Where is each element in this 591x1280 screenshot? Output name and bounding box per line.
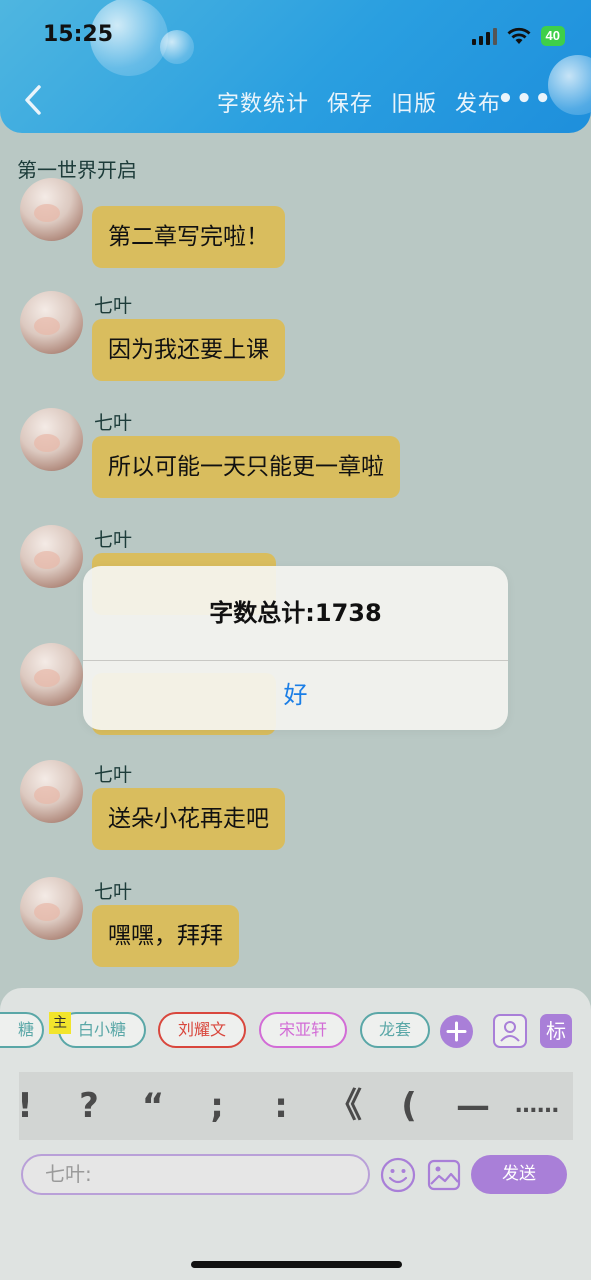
punct-book-title[interactable]: 《	[325, 1072, 365, 1140]
emoji-button[interactable]	[380, 1157, 416, 1193]
role-chip-liu-yaowen[interactable]: 刘耀文	[158, 1012, 246, 1048]
punct-paren[interactable]: (	[389, 1072, 429, 1140]
avatar	[20, 643, 83, 706]
message-sender: 七叶	[94, 881, 133, 903]
message-item[interactable]: 七叶 所以可能一天只能更一章啦	[20, 408, 560, 508]
mark-button[interactable]: 标	[540, 1014, 572, 1048]
message-bubble[interactable]: 所以可能一天只能更一章啦	[92, 436, 400, 498]
role-chip-partial[interactable]: 糖	[0, 1012, 44, 1048]
send-button[interactable]: 发送	[471, 1155, 567, 1194]
message-sender: 七叶	[94, 764, 133, 786]
save-button[interactable]: 保存	[327, 86, 373, 118]
more-options-button[interactable]: •••	[497, 86, 553, 112]
punctuation-bar: ! ? “ ; : 《 ( — ……	[17, 1072, 573, 1140]
message-item[interactable]: 七叶 送朵小花再走吧	[20, 760, 560, 860]
publish-button[interactable]: 发布	[455, 86, 501, 118]
person-card-icon	[500, 1021, 520, 1042]
back-button[interactable]	[18, 82, 48, 118]
word-count-button[interactable]: 字数统计	[217, 86, 309, 118]
plus-circle-icon	[446, 1021, 467, 1042]
status-time: 15:25	[43, 22, 114, 47]
punct-semicolon[interactable]: ;	[197, 1072, 237, 1140]
role-chip-song-yaxuan[interactable]: 宋亚轩	[259, 1012, 347, 1048]
message-bubble[interactable]: 因为我还要上课	[92, 319, 285, 381]
decorative-bubble-right	[548, 55, 591, 115]
message-bubble[interactable]: 嘿嘿，拜拜	[92, 905, 239, 967]
punct-dash[interactable]: —	[453, 1072, 493, 1140]
image-icon	[427, 1159, 461, 1191]
status-indicators: 40	[471, 26, 565, 46]
punct-question[interactable]: ?	[69, 1072, 109, 1140]
add-role-button[interactable]	[440, 1015, 473, 1048]
cellular-signal-icon	[471, 27, 497, 45]
punct-exclaim[interactable]: !	[5, 1072, 45, 1140]
chevron-left-icon	[25, 85, 41, 115]
top-header: 15:25 40 字数统计 保存 旧版 发布 •••	[0, 0, 591, 133]
message-item[interactable]: 七叶 嘿嘿，拜拜	[20, 877, 560, 977]
avatar	[20, 178, 83, 241]
avatar	[20, 877, 83, 940]
decorative-bubble-small	[160, 30, 194, 64]
punct-ellipsis[interactable]: ……	[509, 1072, 565, 1140]
message-sender: 七叶	[94, 412, 133, 434]
role-card-button[interactable]	[493, 1014, 527, 1048]
old-version-button[interactable]: 旧版	[391, 86, 437, 118]
punct-colon[interactable]: :	[261, 1072, 301, 1140]
dialog-ok-button[interactable]: 好	[83, 661, 508, 730]
home-indicator	[191, 1261, 402, 1268]
message-sender: 七叶	[94, 295, 133, 317]
message-sender: 七叶	[94, 529, 133, 551]
message-bubble[interactable]: 送朵小花再走吧	[92, 788, 285, 850]
wifi-icon	[507, 27, 531, 44]
role-chip-bai-xiaotang[interactable]: 白小糖	[58, 1012, 146, 1048]
message-item[interactable]: 七叶 因为我还要上课	[20, 291, 560, 391]
role-chip-longtao[interactable]: 龙套	[360, 1012, 430, 1048]
header-actions: 字数统计 保存 旧版 发布	[217, 86, 501, 118]
message-bubble[interactable]: 第二章写完啦！	[92, 206, 285, 268]
avatar	[20, 760, 83, 823]
dialog-title: 字数总计:1738	[209, 599, 382, 627]
avatar	[20, 408, 83, 471]
message-item[interactable]: 第二章写完啦！	[20, 178, 560, 270]
punct-quote[interactable]: “	[133, 1072, 173, 1140]
message-input[interactable]: 七叶:	[21, 1154, 370, 1195]
avatar	[20, 525, 83, 588]
smiley-icon	[380, 1157, 416, 1193]
word-count-dialog: 字数总计:1738 好	[83, 566, 508, 730]
main-role-tag: 主	[49, 1012, 71, 1034]
image-button[interactable]	[427, 1158, 461, 1192]
avatar	[20, 291, 83, 354]
battery-indicator: 40	[540, 26, 565, 46]
